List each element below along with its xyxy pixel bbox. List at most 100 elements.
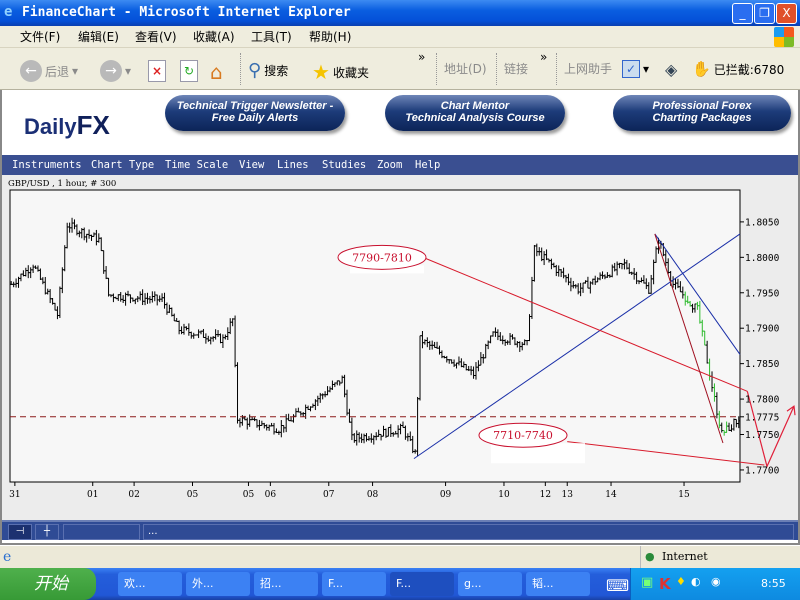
taskbar-item[interactable]: 招... bbox=[254, 572, 318, 596]
taskbar-item[interactable]: F... bbox=[322, 572, 386, 596]
taskbar-item[interactable]: 欢... bbox=[118, 572, 182, 596]
newsletter-button[interactable]: Technical Trigger Newsletter - Free Daily… bbox=[165, 95, 345, 131]
start-label: 开始 bbox=[34, 574, 68, 594]
menu-tools[interactable]: 工具(T) bbox=[251, 26, 292, 48]
menu-instruments[interactable]: Instruments bbox=[12, 155, 82, 175]
logo-text-b: FX bbox=[76, 110, 110, 140]
y-tick-label: 1.7900 bbox=[745, 324, 780, 335]
menu-time-scale[interactable]: Time Scale bbox=[165, 155, 228, 175]
security-zone: Internet bbox=[662, 550, 708, 563]
forward-arrow-icon: → bbox=[100, 60, 122, 82]
x-tick-label: 05 bbox=[187, 490, 199, 500]
antivirus-icon[interactable]: K bbox=[659, 575, 671, 593]
charting-packages-button[interactable]: Professional Forex Charting Packages bbox=[613, 95, 791, 131]
maximize-button[interactable]: ❐ bbox=[754, 3, 775, 24]
x-tick-label: 09 bbox=[440, 490, 452, 500]
menu-view[interactable]: View bbox=[239, 155, 264, 175]
stop-icon: × bbox=[148, 60, 166, 82]
menu-edit[interactable]: 编辑(E) bbox=[78, 26, 119, 48]
keyboard-icon[interactable]: ⌨ bbox=[606, 576, 629, 595]
menu-chart-type[interactable]: Chart Type bbox=[91, 155, 154, 175]
crosshair-button[interactable]: ┼ bbox=[35, 524, 59, 540]
forward-button[interactable]: → ▾ bbox=[100, 60, 131, 82]
page-icon: e bbox=[3, 549, 12, 565]
key-icon[interactable]: ♦ bbox=[676, 575, 686, 588]
x-tick-label: 10 bbox=[498, 490, 510, 500]
assistant-label[interactable]: 上网助手 bbox=[564, 60, 612, 77]
taskbar-item[interactable]: g... bbox=[458, 572, 522, 596]
menu-file[interactable]: 文件(F) bbox=[20, 26, 60, 48]
globe-tray-icon[interactable]: ◉ bbox=[711, 575, 721, 588]
x-tick-label: 06 bbox=[265, 490, 277, 500]
system-tray: ▣ K ♦ ◐ ◉ 8:55 bbox=[630, 568, 800, 600]
search-icon: ⚲ bbox=[248, 60, 262, 81]
window-title: FinanceChart - Microsoft Internet Explor… bbox=[22, 5, 351, 20]
windows-logo-icon bbox=[774, 27, 794, 47]
favorites-button[interactable]: ★ 收藏夹 bbox=[312, 60, 369, 84]
links-chevron[interactable]: » bbox=[540, 50, 547, 64]
info-field bbox=[63, 524, 140, 540]
x-tick-label: 08 bbox=[367, 490, 379, 500]
assistant-check-button[interactable]: ✓ ▾ bbox=[622, 60, 649, 78]
y-tick-label: 1.7800 bbox=[745, 395, 780, 406]
star-icon: ★ bbox=[312, 60, 330, 84]
toolbar-chevron[interactable]: » bbox=[418, 50, 425, 64]
status-bar: e ● Internet bbox=[0, 545, 800, 568]
y-tick-label: 1.7750 bbox=[745, 430, 780, 441]
network-icon[interactable]: ▣ bbox=[641, 575, 653, 590]
logo-text-a: Daily bbox=[24, 114, 77, 139]
toolbar: ← 后退 ▾ → ▾ × ↻ ⌂ ⚲ 搜索 ★ 收藏夹 » 地址(D) 链接 » 上网… bbox=[0, 48, 800, 90]
x-tick-label: 13 bbox=[562, 490, 574, 500]
close-button[interactable]: X bbox=[776, 3, 797, 24]
search-button[interactable]: ⚲ 搜索 bbox=[248, 60, 288, 81]
back-arrow-icon: ← bbox=[20, 60, 42, 82]
taskbar-item[interactable]: 韬... bbox=[526, 572, 590, 596]
x-tick-label: 02 bbox=[128, 490, 139, 500]
address-label[interactable]: 地址(D) bbox=[444, 60, 487, 77]
chart-menu-bar: Instruments Chart Type Time Scale View L… bbox=[2, 155, 798, 175]
menu-favorites[interactable]: 收藏(A) bbox=[193, 26, 235, 48]
back-label: 后退 bbox=[45, 64, 70, 79]
y-tick-label: 1.7700 bbox=[745, 465, 780, 476]
home-button[interactable]: ⌂ bbox=[210, 60, 223, 84]
back-button[interactable]: ← 后退 ▾ bbox=[20, 60, 78, 82]
pin-button[interactable]: ⊣ bbox=[8, 524, 32, 540]
refresh-button[interactable]: ↻ bbox=[180, 60, 198, 82]
ie-icon: e bbox=[4, 4, 13, 20]
page-content: DailyFX Technical Trigger Newsletter - Fr… bbox=[0, 90, 800, 545]
chart-bottom-bar: ⊣ ┼ ... bbox=[2, 520, 798, 540]
promo-line: Technical Analysis Course bbox=[405, 112, 545, 124]
y-tick-label: 1.7775 bbox=[745, 412, 779, 423]
price-chart[interactable]: 7790-7810 7710-7740 1.8050 1.8000 1.7950 1.79… bbox=[2, 175, 798, 520]
popup-blocked-button[interactable]: ✋ 已拦截:6780 bbox=[692, 60, 784, 78]
eraser-button[interactable]: ◈ bbox=[665, 60, 677, 79]
search-label: 搜索 bbox=[264, 64, 289, 78]
menu-zoom[interactable]: Zoom bbox=[377, 155, 402, 175]
clock: 8:55 bbox=[761, 577, 786, 590]
taskbar-item[interactable]: 外... bbox=[186, 572, 250, 596]
y-tick-label: 1.8050 bbox=[745, 217, 780, 228]
menu-lines[interactable]: Lines bbox=[277, 155, 309, 175]
globe-icon: ● bbox=[645, 550, 655, 563]
menu-studies[interactable]: Studies bbox=[322, 155, 366, 175]
taskbar-item-active[interactable]: F... bbox=[390, 572, 454, 596]
y-tick-label: 1.7850 bbox=[745, 359, 780, 370]
volume-icon[interactable]: ◐ bbox=[691, 575, 701, 588]
chart-mentor-button[interactable]: Chart Mentor Technical Analysis Course bbox=[385, 95, 565, 131]
menu-help[interactable]: 帮助(H) bbox=[309, 26, 351, 48]
links-label[interactable]: 链接 bbox=[504, 60, 528, 77]
minimize-button[interactable]: _ bbox=[732, 3, 753, 24]
start-button[interactable]: 开始 bbox=[0, 568, 96, 600]
y-tick-label: 1.7950 bbox=[745, 288, 780, 299]
stop-button[interactable]: × bbox=[148, 60, 166, 82]
menu-help-chart[interactable]: Help bbox=[415, 155, 440, 175]
x-tick-label: 01 bbox=[87, 490, 98, 500]
favorites-label: 收藏夹 bbox=[332, 65, 369, 80]
promo-line: Charting Packages bbox=[652, 112, 752, 124]
dailyfx-logo[interactable]: DailyFX bbox=[24, 110, 110, 141]
menu-view[interactable]: 查看(V) bbox=[135, 26, 177, 48]
x-tick-label: 31 bbox=[9, 490, 20, 500]
promo-line: Chart Mentor bbox=[440, 100, 510, 112]
menu-bar: 文件(F) 编辑(E) 查看(V) 收藏(A) 工具(T) 帮助(H) bbox=[0, 26, 800, 48]
promo-line: Free Daily Alerts bbox=[211, 112, 299, 124]
